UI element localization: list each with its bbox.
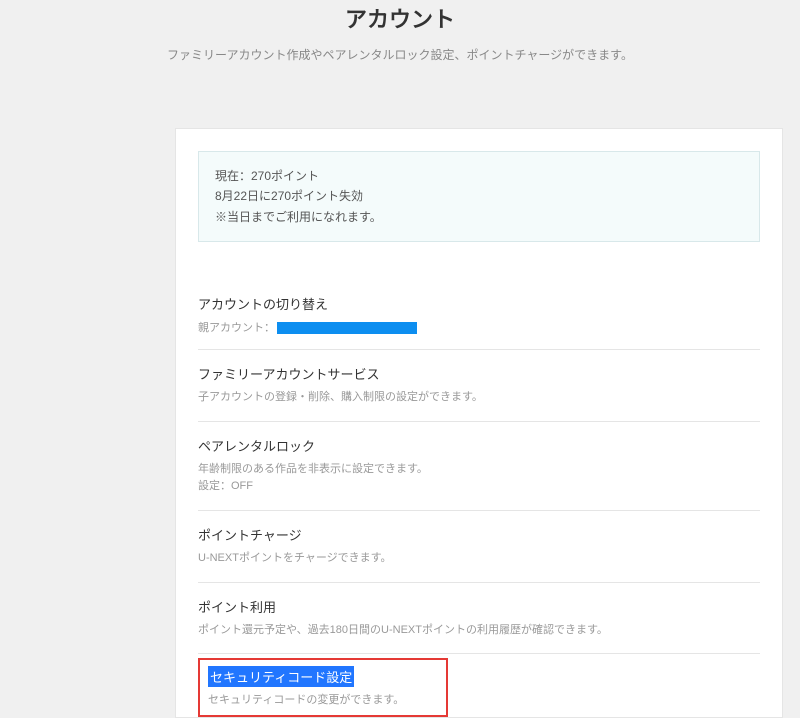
redacted-account-name [277, 322, 417, 334]
page-title: アカウント [20, 0, 780, 34]
points-expiry: 8月22日に270ポイント失効 [215, 186, 743, 206]
header: アカウント ファミリーアカウント作成やペアレンタルロック設定、ポイントチャージが… [0, 0, 800, 93]
parent-account-label: 親アカウント： [198, 322, 275, 334]
section-title-parental: ペアレンタルロック [198, 436, 760, 455]
parent-account-line: 親アカウント： [198, 319, 760, 335]
section-title-charge: ポイントチャージ [198, 525, 760, 544]
section-desc-security: セキュリティコードの変更ができます。 [208, 691, 438, 707]
page-subtitle: ファミリーアカウント作成やペアレンタルロック設定、ポイントチャージができます。 [20, 46, 780, 63]
content-card: 現在：270ポイント 8月22日に270ポイント失効 ※当日までご利用になれます… [175, 128, 783, 718]
points-info-box: 現在：270ポイント 8月22日に270ポイント失効 ※当日までご利用になれます… [198, 151, 760, 242]
section-title-family: ファミリーアカウントサービス [198, 364, 760, 383]
section-title-security: セキュリティコード設定 [208, 666, 354, 687]
points-note: ※当日までご利用になれます。 [215, 207, 743, 227]
section-point-charge[interactable]: ポイントチャージ U-NEXTポイントをチャージできます。 [198, 511, 760, 583]
section-desc-parental: 年齢制限のある作品を非表示に設定できます。 [198, 461, 760, 479]
parental-setting-value: 設定：OFF [198, 478, 760, 496]
section-security-code-highlighted[interactable]: セキュリティコード設定 セキュリティコードの変更ができます。 [198, 658, 448, 717]
section-desc-family: 子アカウントの登録・削除、購入制限の設定ができます。 [198, 389, 760, 407]
section-parental-lock[interactable]: ペアレンタルロック 年齢制限のある作品を非表示に設定できます。 設定：OFF [198, 422, 760, 511]
section-desc-usage: ポイント還元予定や、過去180日間のU-NEXTポイントの利用履歴が確認できます… [198, 622, 760, 640]
section-title-switch: アカウントの切り替え [198, 294, 760, 313]
section-title-usage: ポイント利用 [198, 597, 760, 616]
section-point-usage[interactable]: ポイント利用 ポイント還元予定や、過去180日間のU-NEXTポイントの利用履歴… [198, 583, 760, 655]
section-account-switch[interactable]: アカウントの切り替え 親アカウント： [198, 280, 760, 350]
points-current: 現在：270ポイント [215, 166, 743, 186]
section-family-account[interactable]: ファミリーアカウントサービス 子アカウントの登録・削除、購入制限の設定ができます… [198, 350, 760, 422]
section-desc-charge: U-NEXTポイントをチャージできます。 [198, 550, 760, 568]
